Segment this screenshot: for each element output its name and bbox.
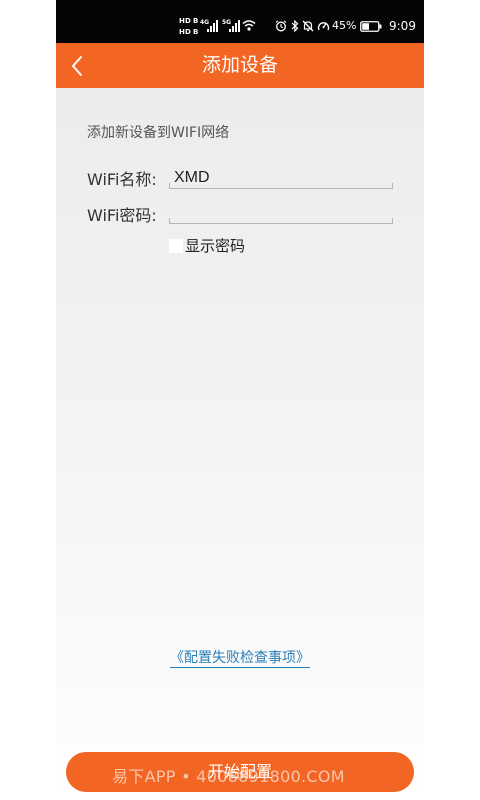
signal-icon-2	[229, 20, 240, 32]
show-password-label: 显示密码	[185, 237, 246, 255]
intro-text: 添加新设备到WIFI网络	[87, 125, 230, 141]
wifi-name-input[interactable]: XMD	[169, 168, 393, 189]
bluetooth-icon	[291, 20, 299, 32]
battery-icon	[360, 21, 382, 32]
battery-percent: 45%	[332, 19, 357, 32]
main-content: 添加新设备到WIFI网络 WiFi名称: XMD WiFi密码: 显示密码 《配…	[56, 88, 424, 800]
watermark-text: 易下APP • 4008891800.COM	[112, 767, 345, 786]
hd-label-1: HD	[179, 17, 192, 25]
signal-icon	[207, 20, 218, 32]
data-saver-icon	[317, 22, 330, 31]
help-link-text[interactable]: 《配置失败检查事项》	[170, 650, 310, 668]
show-password-checkbox[interactable]	[169, 239, 183, 253]
alarm-icon	[275, 20, 287, 32]
title-bar: 添加设备	[56, 43, 424, 88]
hd-label-2: HD	[179, 28, 192, 36]
phone-screen: HD B HD B 4G 5G 45% 9:09 添加设备 添加新设备到WIFI…	[56, 0, 424, 800]
wifi-password-input[interactable]	[169, 203, 393, 224]
mute-icon	[302, 20, 314, 32]
page-title: 添加设备	[201, 54, 278, 76]
b-label-1: B	[193, 17, 199, 25]
b-label-2: B	[193, 28, 199, 36]
battery-fill	[362, 23, 369, 30]
status-bar: HD B HD B 4G 5G 45% 9:09	[56, 0, 424, 43]
clock-time: 9:09	[389, 19, 416, 33]
wifi-name-label: WiFi名称:	[87, 170, 157, 189]
wifi-icon	[242, 20, 256, 31]
config-failure-help-link[interactable]: 《配置失败检查事项》	[56, 649, 424, 668]
wifi-password-label: WiFi密码:	[87, 206, 157, 225]
wifi-name-value: XMD	[174, 169, 210, 186]
